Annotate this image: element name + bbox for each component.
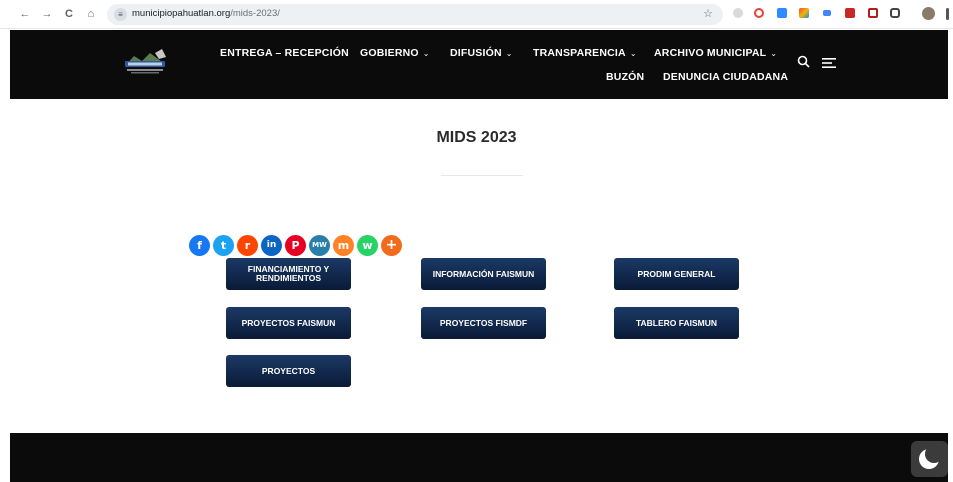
- url-domain: municipiopahuatlan.org: [132, 8, 231, 19]
- mix-share-icon[interactable]: m: [333, 235, 354, 256]
- chevron-down-icon: ⌄: [505, 49, 513, 58]
- proyectos-fismdf-button[interactable]: PROYECTOS FISMDF: [421, 307, 546, 339]
- browser-toolbar: ← → C ⌂ ≡ municipiopahuatlan.org/mids-20…: [0, 0, 953, 29]
- extension-icon[interactable]: [845, 8, 855, 18]
- search-icon[interactable]: [797, 55, 811, 69]
- forward-icon[interactable]: →: [40, 7, 54, 21]
- menu-item-denuncia-ciudadana[interactable]: DENUNCIA CIUDADANA: [663, 71, 788, 83]
- chevron-down-icon: ⌄: [770, 49, 778, 58]
- twitter-share-icon[interactable]: t: [213, 235, 234, 256]
- url-path: /mids-2023/: [230, 8, 280, 19]
- informacion-faismun-button[interactable]: INFORMACIÓN FAISMUN: [421, 258, 546, 290]
- proyectos-button[interactable]: PROYECTOS: [226, 355, 351, 387]
- reddit-share-icon[interactable]: r: [237, 235, 258, 256]
- hamburger-menu-icon[interactable]: [822, 56, 838, 68]
- extension-icon[interactable]: [823, 10, 831, 16]
- menu-item-transparencia[interactable]: TRANSPARENCIA ⌄: [533, 47, 637, 59]
- extension-icon[interactable]: [799, 8, 809, 18]
- pinterest-share-icon[interactable]: P: [285, 235, 306, 256]
- menu-item-entrega-recepcion[interactable]: ENTREGA – RECEPCIÓN: [220, 47, 349, 59]
- url-text[interactable]: municipiopahuatlan.org/mids-2023/: [132, 8, 280, 19]
- extension-icon[interactable]: [733, 8, 743, 18]
- menu-item-difusion[interactable]: DIFUSIÓN ⌄: [450, 47, 513, 59]
- moon-icon: [919, 445, 943, 469]
- linkedin-share-icon[interactable]: in: [261, 235, 282, 256]
- dark-mode-toggle[interactable]: [911, 441, 948, 477]
- extension-icon[interactable]: [754, 8, 764, 18]
- address-bar[interactable]: ≡ municipiopahuatlan.org/mids-2023/ ☆: [107, 4, 723, 25]
- menu-item-buzon[interactable]: BUZÓN: [606, 71, 644, 83]
- extension-icon[interactable]: [868, 8, 878, 18]
- site-header: ENTREGA – RECEPCIÓN GOBIERNO ⌄ DIFUSIÓN ⌄ …: [10, 30, 948, 99]
- profile-avatar[interactable]: [922, 7, 935, 20]
- site-info-icon[interactable]: ≡: [114, 8, 127, 21]
- site-logo[interactable]: [122, 48, 168, 76]
- menu-item-gobierno[interactable]: GOBIERNO ⌄: [360, 47, 430, 59]
- prodim-general-button[interactable]: PRODIM GENERAL: [614, 258, 739, 290]
- title-divider: [441, 175, 523, 176]
- chevron-down-icon: ⌄: [422, 49, 430, 58]
- proyectos-faismun-button[interactable]: PROYECTOS FAISMUN: [226, 307, 351, 339]
- tablero-faismun-button[interactable]: TABLERO FAISMUN: [614, 307, 739, 339]
- site-footer: [10, 433, 948, 482]
- extension-icon[interactable]: [777, 8, 787, 18]
- financiamiento-rendimientos-button[interactable]: FINANCIAMIENTO Y RENDIMIENTOS: [226, 258, 351, 290]
- back-icon[interactable]: ←: [18, 7, 32, 21]
- page-title: MIDS 2023: [436, 129, 517, 146]
- home-icon[interactable]: ⌂: [84, 7, 98, 21]
- browser-menu-icon[interactable]: [946, 8, 949, 20]
- extensions-puzzle-icon[interactable]: [890, 8, 900, 18]
- chevron-down-icon: ⌄: [629, 49, 637, 58]
- facebook-share-icon[interactable]: f: [189, 235, 210, 256]
- menu-item-archivo-municipal[interactable]: ARCHIVO MUNICIPAL ⌄: [654, 47, 777, 59]
- bookmark-star-icon[interactable]: ☆: [703, 7, 713, 20]
- reload-icon[interactable]: C: [62, 7, 76, 21]
- meneame-share-icon[interactable]: MW: [309, 235, 330, 256]
- more-share-icon[interactable]: +: [381, 235, 402, 256]
- whatsapp-share-icon[interactable]: w: [357, 235, 378, 256]
